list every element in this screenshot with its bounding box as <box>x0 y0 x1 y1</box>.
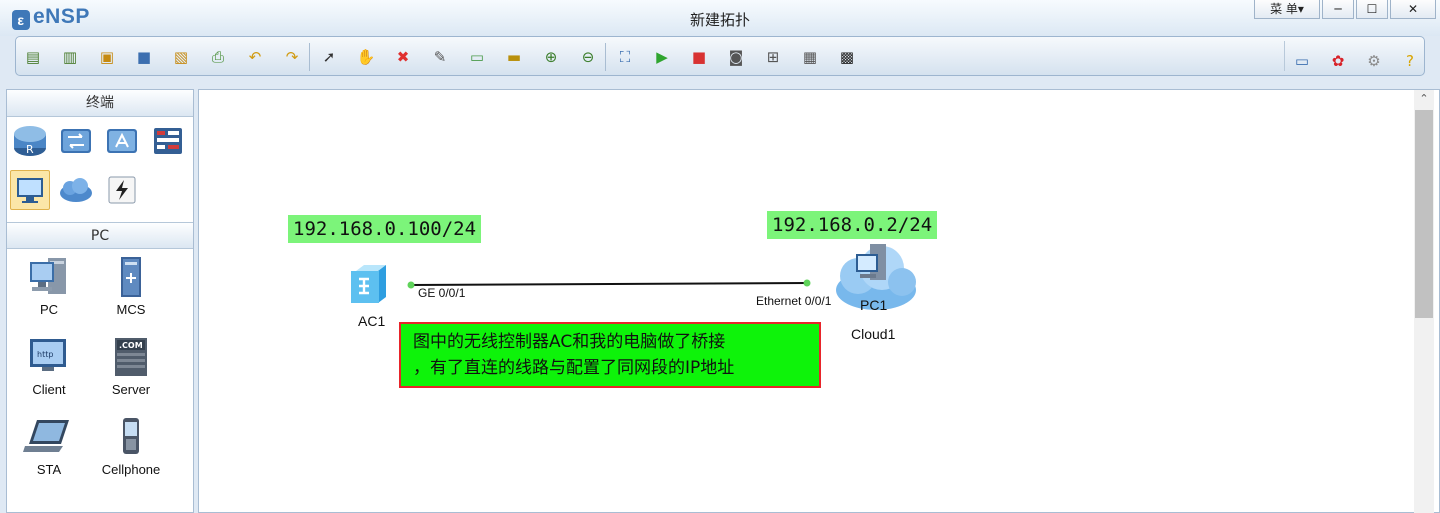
link-layer <box>407 279 811 289</box>
note-line-1: 图中的无线控制器AC和我的电脑做了桥接 <box>413 332 726 352</box>
cloud1-port-label: Ethernet 0/0/1 <box>756 294 832 308</box>
cloud1-label: Cloud1 <box>851 326 896 342</box>
ac1-device-icon[interactable] <box>350 263 392 309</box>
annotation-note[interactable]: 图中的无线控制器AC和我的电脑做了桥接 ，有了直连的线路与配置了同网段的IP地址 <box>399 322 821 388</box>
note-line-2: ，有了直连的线路与配置了同网段的IP地址 <box>413 358 735 378</box>
ac1-port-label: GE 0/0/1 <box>418 286 466 300</box>
cloud1-inner-label: PC1 <box>860 297 888 313</box>
ip-label-cloud1[interactable]: 192.168.0.2/24 <box>767 211 938 239</box>
link-endpoint-dot <box>803 279 811 287</box>
ac1-label: AC1 <box>358 313 386 329</box>
ethernet-link[interactable] <box>410 282 809 286</box>
link-endpoint-dot <box>407 281 415 289</box>
ip-label-ac1[interactable]: 192.168.0.100/24 <box>288 215 482 243</box>
